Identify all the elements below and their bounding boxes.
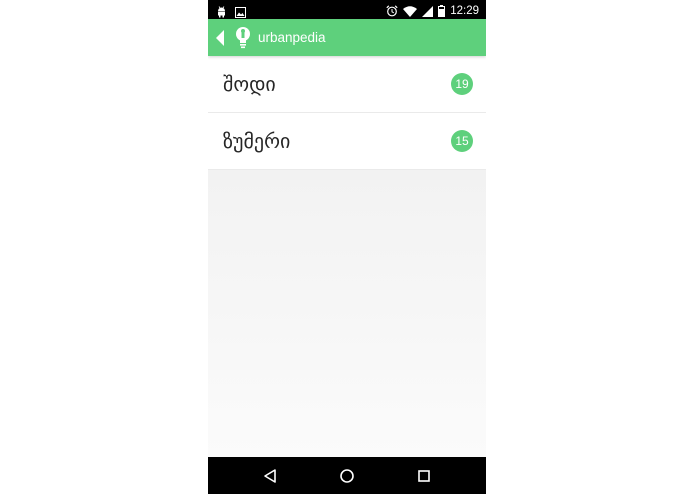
- list-item[interactable]: ზუმერი 15: [208, 113, 486, 170]
- app-bar: urbanpedia: [208, 19, 486, 56]
- nav-home-button[interactable]: [337, 466, 357, 486]
- navigation-bar: [208, 457, 486, 494]
- empty-content-area: [208, 170, 486, 457]
- back-icon: [264, 469, 276, 483]
- back-arrow-icon: [216, 30, 224, 46]
- phone-screen: 12:29 urbanpedia შოდი 19 ზუმერი 15: [208, 0, 486, 494]
- count-badge: 19: [451, 73, 473, 95]
- back-button[interactable]: [213, 27, 227, 49]
- list-item-label: ზუმერი: [223, 129, 291, 153]
- status-time: 12:29: [450, 5, 479, 17]
- nav-back-button[interactable]: [260, 466, 280, 486]
- word-list: შოდი 19 ზუმერი 15: [208, 56, 486, 170]
- list-item-label: შოდი: [223, 72, 276, 96]
- status-bar: 12:29: [208, 0, 486, 19]
- recents-icon: [418, 470, 430, 482]
- lightbulb-logo-icon[interactable]: [234, 26, 252, 50]
- app-title: urbanpedia: [258, 30, 326, 45]
- list-item[interactable]: შოდი 19: [208, 56, 486, 113]
- nav-recents-button[interactable]: [414, 466, 434, 486]
- count-badge: 15: [451, 130, 473, 152]
- home-icon: [340, 469, 354, 483]
